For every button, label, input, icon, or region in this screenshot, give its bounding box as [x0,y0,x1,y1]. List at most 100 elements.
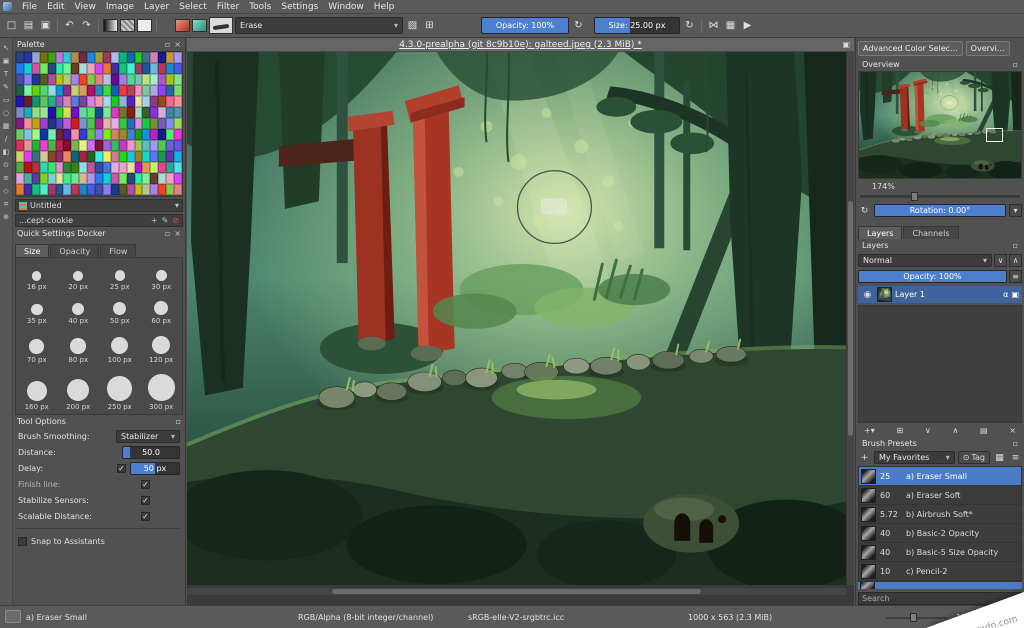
palette-swatch[interactable] [16,74,24,85]
palette-swatch[interactable] [79,162,88,173]
palette-swatch[interactable] [16,96,24,107]
palette-swatch[interactable] [16,118,24,129]
brush-option-icon[interactable] [192,19,207,32]
palette-swatch[interactable] [31,107,40,118]
tab-layers[interactable]: Layers [858,226,903,239]
palette-swatch[interactable] [71,140,80,151]
brush-preset-row[interactable]: 10 c) Pencil-2 [859,562,1021,581]
palette-swatch[interactable] [31,184,40,195]
palette-swatch[interactable] [102,96,111,107]
favorites-dropdown[interactable]: My Favorites ▾ [874,451,955,464]
brush-preset-row[interactable]: 40 b) Basic-2 Opacity [859,524,1021,543]
palette-swatch[interactable] [16,173,24,184]
snap-to-assistants-checkbox[interactable] [18,536,27,546]
palette-swatch[interactable] [55,162,64,173]
palette-swatch[interactable] [47,74,56,85]
palette-swatch[interactable] [134,118,143,129]
palette-swatch[interactable] [31,96,40,107]
palette-swatch[interactable] [16,140,24,151]
palette-swatch[interactable] [166,52,175,63]
palette-swatch[interactable] [142,107,151,118]
palette-swatch[interactable] [23,162,32,173]
palette-swatch[interactable] [55,140,64,151]
palette-swatch[interactable] [47,52,56,63]
palette-swatch[interactable] [110,184,119,195]
brush-size-option[interactable]: 25 px [99,260,141,292]
palette-swatch[interactable] [79,129,88,140]
menu-item[interactable]: Tools [244,1,276,13]
palette-swatch[interactable] [126,140,135,151]
tab-size[interactable]: Size [15,244,50,257]
palette-swatch[interactable] [23,129,32,140]
palette-swatch[interactable] [118,173,127,184]
palette-swatch[interactable] [118,151,127,162]
palette-swatch[interactable] [158,129,167,140]
palette-swatch[interactable] [134,52,143,63]
palette-swatch[interactable] [31,118,40,129]
palette-swatch[interactable] [55,96,64,107]
palette-swatch[interactable] [87,140,96,151]
list-view-icon[interactable]: ≡ [1009,451,1022,464]
brush-size-option[interactable]: 40 px [58,292,100,327]
palette-swatch[interactable] [118,74,127,85]
palette-swatch[interactable] [39,129,48,140]
redo-icon[interactable]: ↷ [79,17,94,34]
palette-swatch[interactable] [142,52,151,63]
palette-swatch[interactable] [102,184,111,195]
brush-preset-row[interactable]: 5.72 b) Airbrush Soft* [859,505,1021,524]
crop-tool-icon[interactable]: T [1,69,12,79]
palette-swatch[interactable] [55,63,64,74]
brush-size-option[interactable]: 30 px [141,260,183,292]
palette-swatch[interactable] [158,151,167,162]
palette-swatch[interactable] [166,74,175,85]
palette-swatch[interactable] [23,173,32,184]
palette-swatch[interactable] [47,140,56,151]
palette-swatch[interactable] [87,96,96,107]
palette-swatch[interactable] [39,151,48,162]
palette-swatch[interactable] [126,52,135,63]
tab-flow[interactable]: Flow [100,244,137,257]
palette-swatch[interactable] [87,151,96,162]
palette-swatch[interactable] [47,184,56,195]
palette-swatch[interactable] [166,129,175,140]
palette-swatch[interactable] [134,129,143,140]
brush-size-option[interactable]: 60 px [141,292,183,327]
size-slider[interactable]: Size: 25.00 px [594,17,680,34]
delay-checkbox[interactable] [117,463,126,473]
palette-swatch[interactable] [110,107,119,118]
palette-swatch[interactable] [95,74,103,85]
palette-swatch[interactable] [134,107,143,118]
palette-swatch[interactable] [126,74,135,85]
float-docker-icon[interactable]: ▫ [165,40,170,49]
palette-swatch[interactable] [31,63,40,74]
palette-swatch[interactable] [150,129,159,140]
overview-zoom-slider[interactable] [860,192,1020,201]
palette-swatch[interactable] [79,107,88,118]
palette-swatch[interactable] [158,140,167,151]
palette-swatch[interactable] [134,96,143,107]
palette-swatch[interactable] [174,85,182,96]
menu-item[interactable]: Select [174,1,212,13]
brush-preset-row[interactable]: 40 b) Basic-5 Size Opacity [859,543,1021,562]
menu-item[interactable]: Window [323,1,369,13]
palette-swatch[interactable] [55,107,64,118]
palette-swatch[interactable] [55,52,64,63]
tab-opacity[interactable]: Opacity [50,244,100,257]
palette-swatch[interactable] [63,52,72,63]
palette-swatch[interactable] [39,162,48,173]
palette-swatch[interactable] [23,140,32,151]
palette-swatch[interactable] [55,129,64,140]
palette-swatch[interactable] [95,173,103,184]
palette-swatch[interactable] [110,129,119,140]
text-tool-icon[interactable]: ✎ [1,82,12,92]
palette-swatch[interactable] [39,96,48,107]
menu-item[interactable]: File [17,1,42,13]
palette-swatch[interactable] [102,107,111,118]
palette-swatch[interactable] [118,63,127,74]
add-icon[interactable]: + [151,216,158,225]
palette-swatch[interactable] [39,52,48,63]
palette-swatch[interactable] [126,151,135,162]
palette-swatch[interactable] [126,85,135,96]
palette-swatch[interactable] [102,140,111,151]
foreground-color-icon[interactable] [137,19,152,32]
